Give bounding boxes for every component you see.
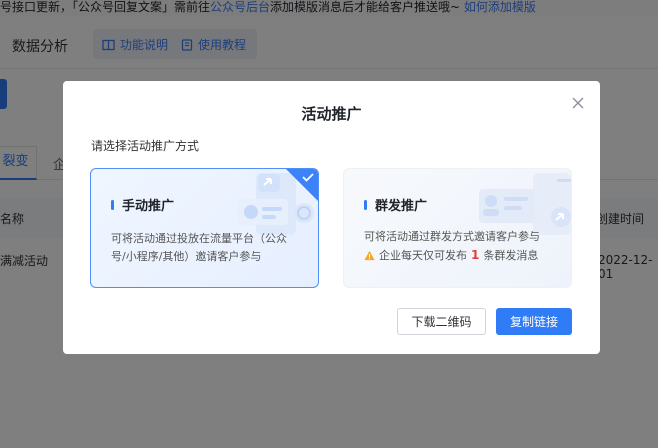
warning-suffix: 条群发消息 [483,249,539,262]
manual-promotion-card[interactable]: 手动推广 可将活动通过投放在流量平台（公众号/小程序/其他）邀请客户参与 [90,168,319,288]
copy-link-button[interactable]: 复制链接 [496,308,572,335]
accent-bar [364,199,367,210]
mass-promotion-card[interactable]: 群发推广 可将活动通过群发方式邀请客户参与 企业每天仅可发布 1 条群发消息 [343,168,572,288]
warning-prefix: 企业每天仅可发布 [379,249,467,262]
mass-card-title: 群发推广 [375,199,428,214]
mass-card-heading: 群发推广 [364,195,427,214]
accent-bar [111,199,114,210]
close-icon[interactable] [568,93,588,113]
promotion-modal: 活动推广 请选择活动推广方式 手动推广 可将活动通过投放在流量平台（公众号/小程… [63,81,600,354]
mass-card-desc: 可将活动通过群发方式邀请客户参与 [364,230,540,243]
manual-card-desc: 可将活动通过投放在流量平台（公众号/小程序/其他）邀请客户参与 [111,232,287,263]
check-icon [286,169,318,201]
download-qrcode-button[interactable]: 下载二维码 [397,308,486,335]
warning-number: 1 [471,248,480,262]
modal-title: 活动推广 [301,105,362,123]
manual-card-title: 手动推广 [122,199,175,214]
modal-subtitle: 请选择活动推广方式 [91,139,200,153]
manual-card-heading: 手动推广 [111,195,174,214]
mass-card-warning: 企业每天仅可发布 1 条群发消息 [364,247,538,263]
warning-icon [364,250,375,260]
